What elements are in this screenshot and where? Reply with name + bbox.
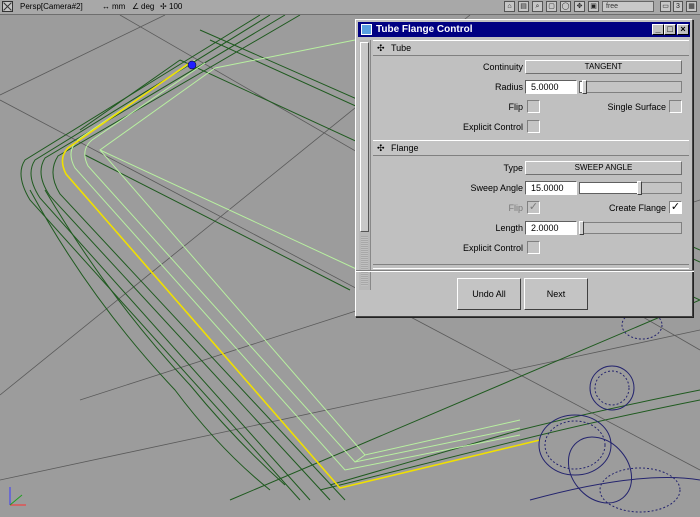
flange-section-title: Flange [391,143,419,153]
viewport-header: Persp[Camera#2] ↔ mm ∠ deg ✢ 100 ⌂ ▤ ⌕ ▢… [0,0,700,15]
vertical-scrollbar[interactable] [359,40,371,290]
camera-icon[interactable]: ⌂ [504,1,515,12]
layout-icon[interactable]: ▭ [660,1,671,12]
sweep-angle-input[interactable]: 15.0000 [525,181,577,195]
dialog-icon [361,24,372,35]
tube-section-title: Tube [391,43,412,53]
zoom-icon[interactable]: ⌕ [532,1,543,12]
sweep-slider-track [639,182,682,194]
options-panel: ✣ Tube Continuity TANGENT Radius 5.0000 … [359,40,690,290]
flange-explicit-control-checkbox[interactable] [527,241,540,254]
next-button[interactable]: Next [524,278,588,310]
counter-field[interactable]: 3 [673,1,683,12]
length-slider-knob[interactable] [579,221,584,235]
dolly-icon[interactable]: ▣ [588,1,599,12]
pick-point [187,60,197,70]
maximize-viewport-icon[interactable]: ▦ [686,1,697,12]
continuity-label: Continuity [482,62,523,72]
dialog-titlebar[interactable]: Tube Flange Control _ □ × [358,22,690,37]
mode-field[interactable]: free [602,1,654,12]
collapse-icon[interactable]: ✣ [377,43,385,54]
tube-explicit-control-checkbox[interactable] [527,120,540,133]
radius-label: Radius [494,82,523,92]
sweep-angle-label: Sweep Angle [470,183,523,193]
collapse-icon[interactable]: ✣ [377,143,385,154]
radius-slider-knob[interactable] [582,80,587,94]
tumble-icon[interactable]: ◯ [560,1,571,12]
sweep-slider-fill [579,182,639,194]
flange-explicit-control-label: Explicit Control [462,243,523,253]
dialog-title: Tube Flange Control [376,24,473,35]
radius-slider-track [584,81,682,93]
close-icon[interactable]: × [677,24,689,35]
continuity-dropdown[interactable]: TANGENT [525,60,682,74]
maximize-icon[interactable]: □ [664,24,676,35]
length-slider[interactable] [579,221,682,235]
length-input[interactable]: 2.0000 [525,221,577,235]
linear-unit-icon: ↔ [102,2,110,11]
camera-label[interactable]: Persp[Camera#2] [20,2,83,11]
scrollbar-track[interactable] [361,236,368,286]
type-dropdown[interactable]: SWEEP ANGLE [525,161,682,175]
button-separator [356,270,694,272]
detail-curves [529,310,700,513]
length-slider-track [582,222,682,234]
tube-section-header[interactable]: ✣ Tube [373,40,689,56]
angular-unit[interactable]: deg [141,2,154,11]
sweep-slider-knob[interactable] [637,181,642,195]
sweep-angle-slider[interactable] [579,181,682,195]
viewport-close-icon[interactable] [2,1,13,12]
length-label: Length [495,223,523,233]
single-surface-checkbox[interactable] [669,100,682,113]
tube-flange-dialog: Tube Flange Control _ □ × ✣ Tube Continu… [355,19,694,317]
radius-input[interactable]: 5.0000 [525,80,577,94]
section-divider [373,264,689,269]
create-flange-checkbox[interactable]: ✓ [669,201,682,214]
tolerance-value[interactable]: 100 [169,2,182,11]
flange-flip-checkbox[interactable]: ✓ [527,201,540,214]
undo-all-button[interactable]: Undo All [457,278,521,310]
single-surface-label: Single Surface [607,102,666,112]
tolerance-icon: ✢ [160,2,167,11]
flange-flip-label: Flip [508,203,523,213]
linear-unit[interactable]: mm [112,2,125,11]
tube-flip-checkbox[interactable] [527,100,540,113]
tube-explicit-control-label: Explicit Control [462,122,523,132]
track-icon[interactable]: ✥ [574,1,585,12]
axis-triad [9,487,26,506]
tube-flip-label: Flip [508,102,523,112]
snap-icon[interactable]: ▤ [518,1,529,12]
minimize-icon[interactable]: _ [652,24,664,35]
type-label: Type [503,163,523,173]
frame-icon[interactable]: ▢ [546,1,557,12]
angle-unit-icon: ∠ [132,2,140,11]
create-flange-label: Create Flange [608,203,666,213]
scrollbar-thumb[interactable] [360,42,369,232]
radius-slider[interactable] [579,80,682,94]
flange-section-header[interactable]: ✣ Flange [373,140,689,156]
